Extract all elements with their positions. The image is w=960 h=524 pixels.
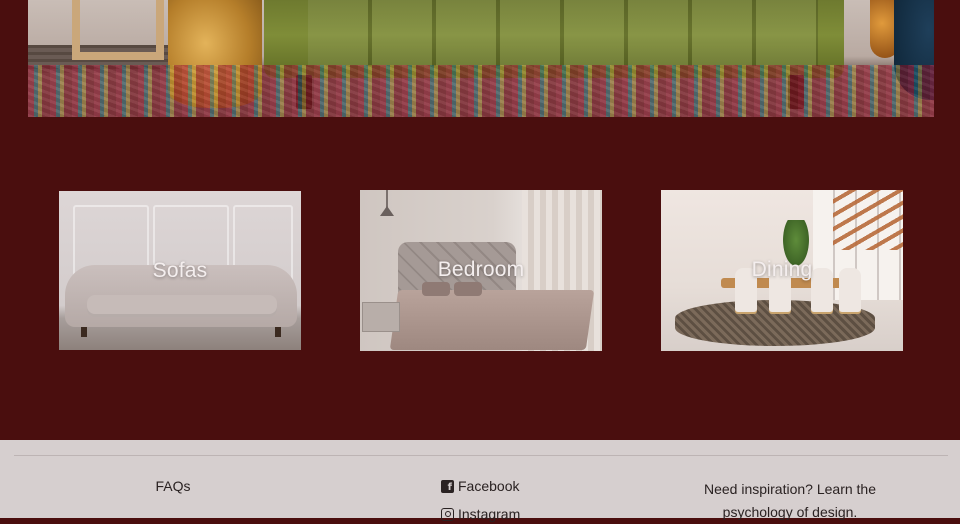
hero-image: [28, 0, 934, 117]
category-label-dining: Dining: [751, 258, 813, 281]
bed-image: [389, 290, 595, 350]
facebook-link[interactable]: f Facebook: [441, 478, 519, 494]
facebook-icon: f: [441, 479, 454, 493]
pillow: [422, 282, 450, 296]
footer: FAQs f Facebook Instagram Need inspirati…: [0, 440, 960, 522]
facebook-label: Facebook: [458, 478, 520, 494]
inspiration-line-1: Need inspiration? Learn the: [703, 481, 876, 497]
category-card-dining[interactable]: Dining: [661, 190, 903, 351]
instagram-link[interactable]: Instagram: [441, 506, 520, 522]
sofa-seat: [87, 295, 277, 317]
instagram-label: Instagram: [458, 506, 521, 522]
instagram-icon: [441, 507, 454, 521]
hero-wooden-chair: [72, 0, 164, 60]
sofa-leg: [81, 327, 87, 337]
footer-divider: [14, 455, 948, 456]
category-card-bedroom[interactable]: Bedroom: [360, 190, 602, 351]
pillow: [454, 282, 482, 296]
nightstand: [362, 302, 400, 332]
category-label-sofas: Sofas: [152, 259, 208, 282]
pendant-lamp-icon: [380, 206, 394, 216]
hero-rug: [28, 65, 934, 117]
category-label-bedroom: Bedroom: [437, 258, 525, 281]
hero-sofa-cushions: [308, 0, 818, 66]
faqs-link[interactable]: FAQs: [0, 478, 346, 494]
inspiration-line-2: psychology of design.: [722, 504, 858, 520]
sofa-leg: [275, 327, 281, 337]
category-card-sofas[interactable]: Sofas: [59, 191, 301, 350]
inspiration-link[interactable]: Need inspiration? Learn the psychology o…: [660, 478, 920, 524]
staircase: [833, 190, 903, 250]
